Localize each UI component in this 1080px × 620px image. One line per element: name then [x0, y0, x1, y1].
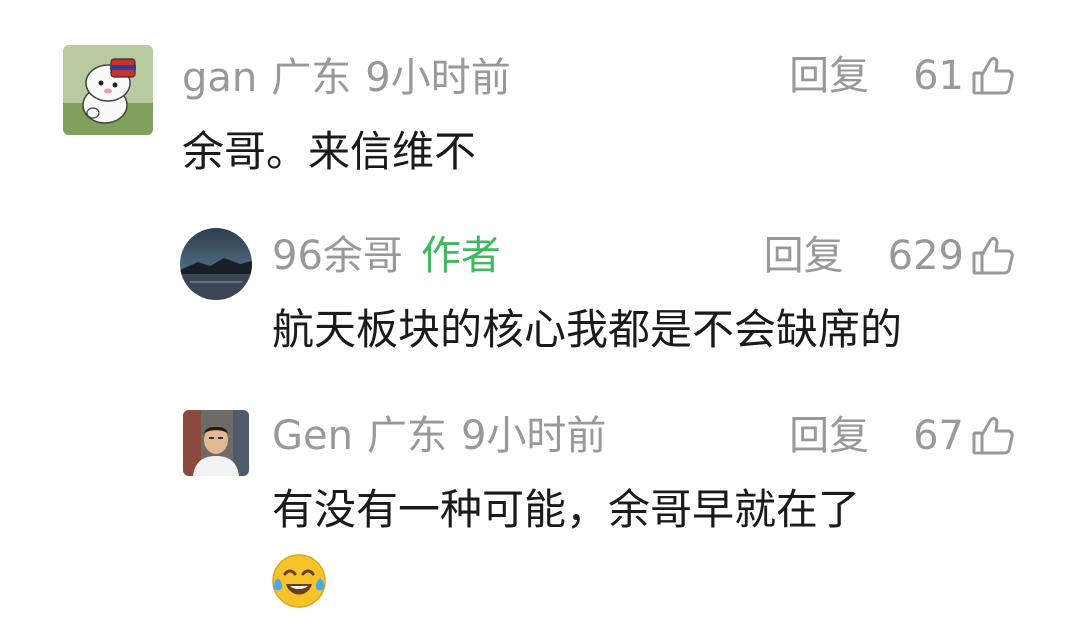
comment-item: Gen 广东 9小时前 回复 67 有没有一种可能，余哥早就在了 [0, 390, 1080, 620]
dog-sticker-avatar [63, 45, 153, 135]
comment-item: 96余哥 作者 回复 629 航天板块的核心我都是不会缺席的 [0, 200, 1080, 390]
comment-text: 余哥。来信维不 [182, 127, 477, 176]
thumb-up-icon[interactable] [970, 233, 1016, 279]
user-avatar[interactable] [180, 228, 252, 300]
comment-meta: gan 广东 9小时前 [182, 52, 511, 104]
comment-meta: 96余哥 作者 [272, 230, 501, 282]
night-sky-avatar [180, 228, 252, 300]
username[interactable]: Gen [272, 410, 353, 462]
reply-button[interactable]: 回复 [764, 230, 844, 282]
username[interactable]: 96余哥 [272, 230, 403, 282]
comment-thread: gan 广东 9小时前 回复 61 余哥。来信维不 96余哥 作者 回复 629… [0, 0, 1080, 620]
comment-meta: Gen 广东 9小时前 [272, 410, 606, 462]
reply-button[interactable]: 回复 [789, 50, 869, 102]
tears-of-joy-emoji-icon [270, 552, 328, 610]
location: 广东 [366, 413, 447, 459]
like-count: 61 [913, 53, 964, 99]
comment-item: gan 广东 9小时前 回复 61 余哥。来信维不 [0, 0, 1080, 200]
author-badge: 作者 [420, 233, 501, 279]
comment-text: 航天板块的核心我都是不会缺席的 [272, 305, 903, 354]
comment-actions: 回复 67 [789, 410, 1016, 462]
thumb-up-icon[interactable] [970, 53, 1016, 99]
comment-actions: 回复 61 [789, 50, 1016, 102]
comment-text: 有没有一种可能，余哥早就在了 [272, 485, 861, 534]
user-avatar[interactable] [63, 45, 153, 135]
user-avatar[interactable] [183, 410, 249, 476]
timestamp: 9小时前 [365, 55, 511, 101]
timestamp: 9小时前 [460, 413, 607, 459]
like-count: 629 [887, 233, 964, 279]
person-photo-avatar [183, 410, 249, 476]
location: 广东 [271, 55, 352, 101]
like-count: 67 [913, 413, 964, 459]
comment-actions: 回复 629 [764, 230, 1016, 282]
username[interactable]: gan [182, 52, 257, 104]
thumb-up-icon[interactable] [970, 413, 1016, 459]
reply-button[interactable]: 回复 [789, 410, 869, 462]
